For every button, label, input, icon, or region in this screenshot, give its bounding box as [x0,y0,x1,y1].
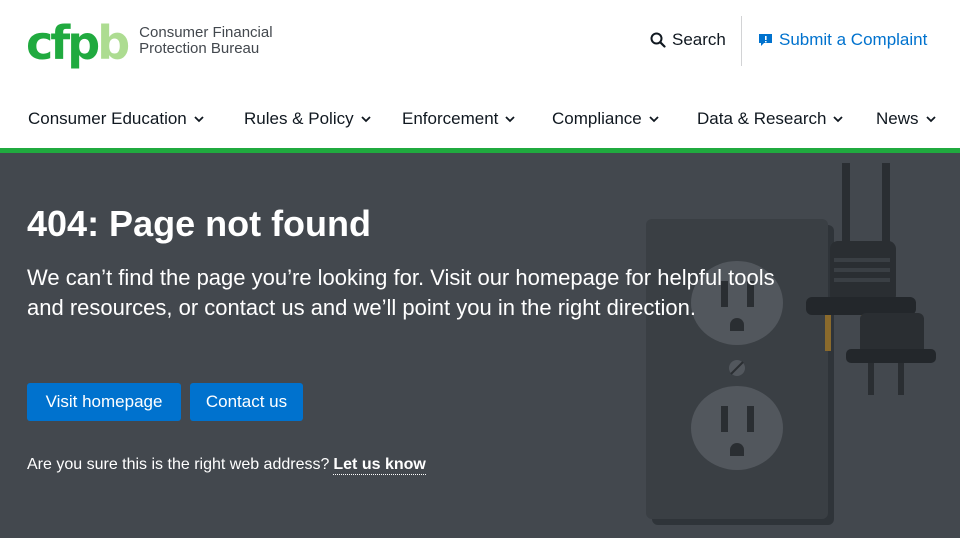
complaint-label: Submit a Complaint [779,30,928,49]
submit-complaint-link[interactable]: Submit a Complaint [758,30,927,50]
main-nav: Consumer Education Rules & Policy Enforc… [0,90,960,148]
nav-label: News [876,109,919,128]
nav-label: Data & Research [697,109,827,128]
search-icon [650,32,666,48]
nav-item-consumer-education[interactable]: Consumer Education [28,109,205,129]
nav-item-rules-policy[interactable]: Rules & Policy [244,109,372,129]
header-divider [741,16,742,66]
error-hero: 404: Page not found We can’t find the pa… [0,153,960,538]
error-message: We can’t find the page you’re looking fo… [27,265,775,320]
nav-item-compliance[interactable]: Compliance [552,109,660,129]
logo-letter-c: c [26,16,53,70]
logo-letter-p: p [67,16,100,70]
site-header: c f p b Consumer Financial Protection Bu… [0,0,960,90]
contact-us-button[interactable]: Contact us [190,383,303,421]
unplugged-outlet-illustration [646,163,936,525]
logo-mark: c f p b [26,14,130,70]
logo-letter-b: b [97,16,130,70]
let-us-know-link[interactable]: Let us know [333,456,426,475]
nav-label: Enforcement [402,109,499,128]
nav-item-news[interactable]: News [876,109,937,129]
nav-label: Rules & Policy [244,109,354,128]
logo-line-2: Protection Bureau [139,40,260,57]
address-check: Are you sure this is the right web addre… [27,456,426,475]
nav-item-data-research[interactable]: Data & Research [697,109,844,129]
chevron-down-icon [925,116,936,123]
nav-label: Compliance [552,109,642,128]
page-title: 404: Page not found [27,203,372,244]
logo-line-1: Consumer Financial [139,24,273,41]
visit-homepage-button[interactable]: Visit homepage [27,383,181,421]
address-question: Are you sure this is the right web addre… [27,456,330,473]
speech-bubble-icon [759,33,772,46]
chevron-down-icon [833,116,844,123]
search-label: Search [672,30,726,49]
chevron-down-icon [505,116,516,123]
logo-wordmark: Consumer Financial Protection Bureau [139,25,272,57]
search-button[interactable]: Search [650,30,726,50]
logo-letter-f: f [50,16,70,70]
cfpb-logo[interactable]: c f p b Consumer Financial Protection Bu… [26,14,273,66]
chevron-down-icon [360,116,371,123]
chevron-down-icon [649,116,659,123]
chevron-down-icon [194,116,204,123]
nav-label: Consumer Education [28,109,187,128]
nav-item-enforcement[interactable]: Enforcement [402,109,516,129]
